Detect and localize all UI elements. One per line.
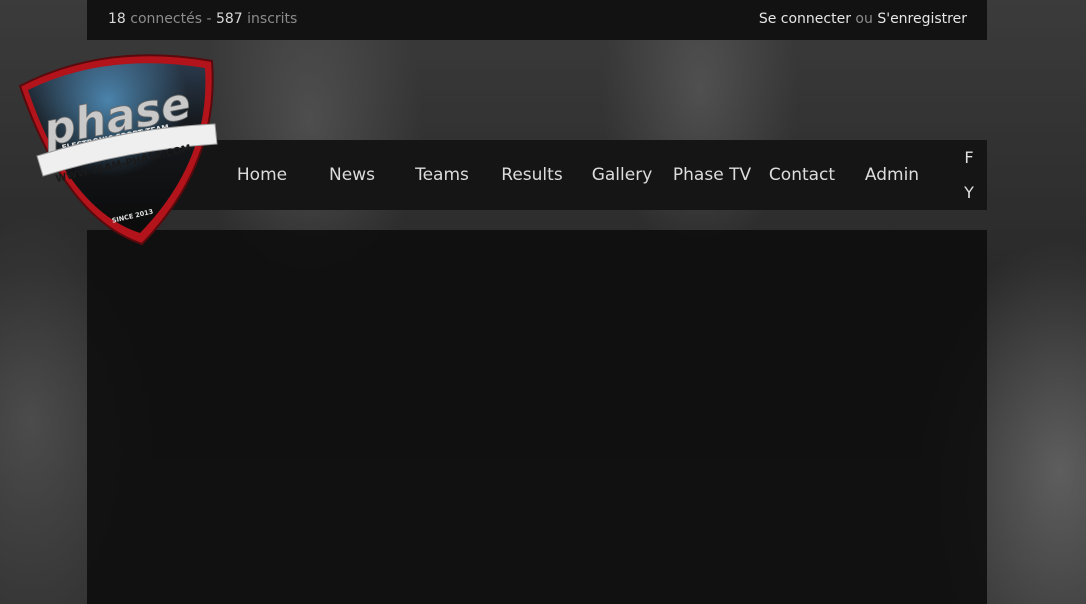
or-text: ou bbox=[855, 11, 873, 27]
online-count: 18 bbox=[108, 11, 126, 27]
nav-item-contact[interactable]: Contact bbox=[757, 140, 847, 210]
main-content bbox=[87, 230, 987, 604]
facebook-icon[interactable]: F bbox=[959, 148, 979, 167]
auth-links: Se connecter ou S'enregistrer bbox=[759, 11, 967, 27]
nav-item-home[interactable]: Home bbox=[217, 140, 307, 210]
youtube-icon[interactable]: Y bbox=[959, 183, 979, 202]
stats-separator: - bbox=[206, 11, 212, 27]
nav-item-phase-tv[interactable]: Phase TV bbox=[667, 140, 757, 210]
nav-item-gallery[interactable]: Gallery bbox=[577, 140, 667, 210]
nav-item-teams[interactable]: Teams bbox=[397, 140, 487, 210]
register-link[interactable]: S'enregistrer bbox=[877, 11, 967, 27]
top-bar: 18 connectés - 587 inscrits Se connecter… bbox=[87, 0, 987, 40]
site-logo[interactable]: phase ELECTRONIC SPORT TEAM WWW.TEAM-PHA… bbox=[15, 48, 221, 248]
login-link[interactable]: Se connecter bbox=[759, 11, 851, 27]
member-label: inscrits bbox=[247, 11, 298, 27]
nav-item-admin[interactable]: Admin bbox=[847, 140, 937, 210]
nav-item-results[interactable]: Results bbox=[487, 140, 577, 210]
main-nav: Home News Teams Results Gallery Phase TV… bbox=[87, 140, 987, 210]
site-stats: 18 connectés - 587 inscrits bbox=[108, 11, 297, 27]
nav-item-news[interactable]: News bbox=[307, 140, 397, 210]
member-count: 587 bbox=[215, 11, 243, 27]
online-label: connectés bbox=[130, 11, 202, 27]
